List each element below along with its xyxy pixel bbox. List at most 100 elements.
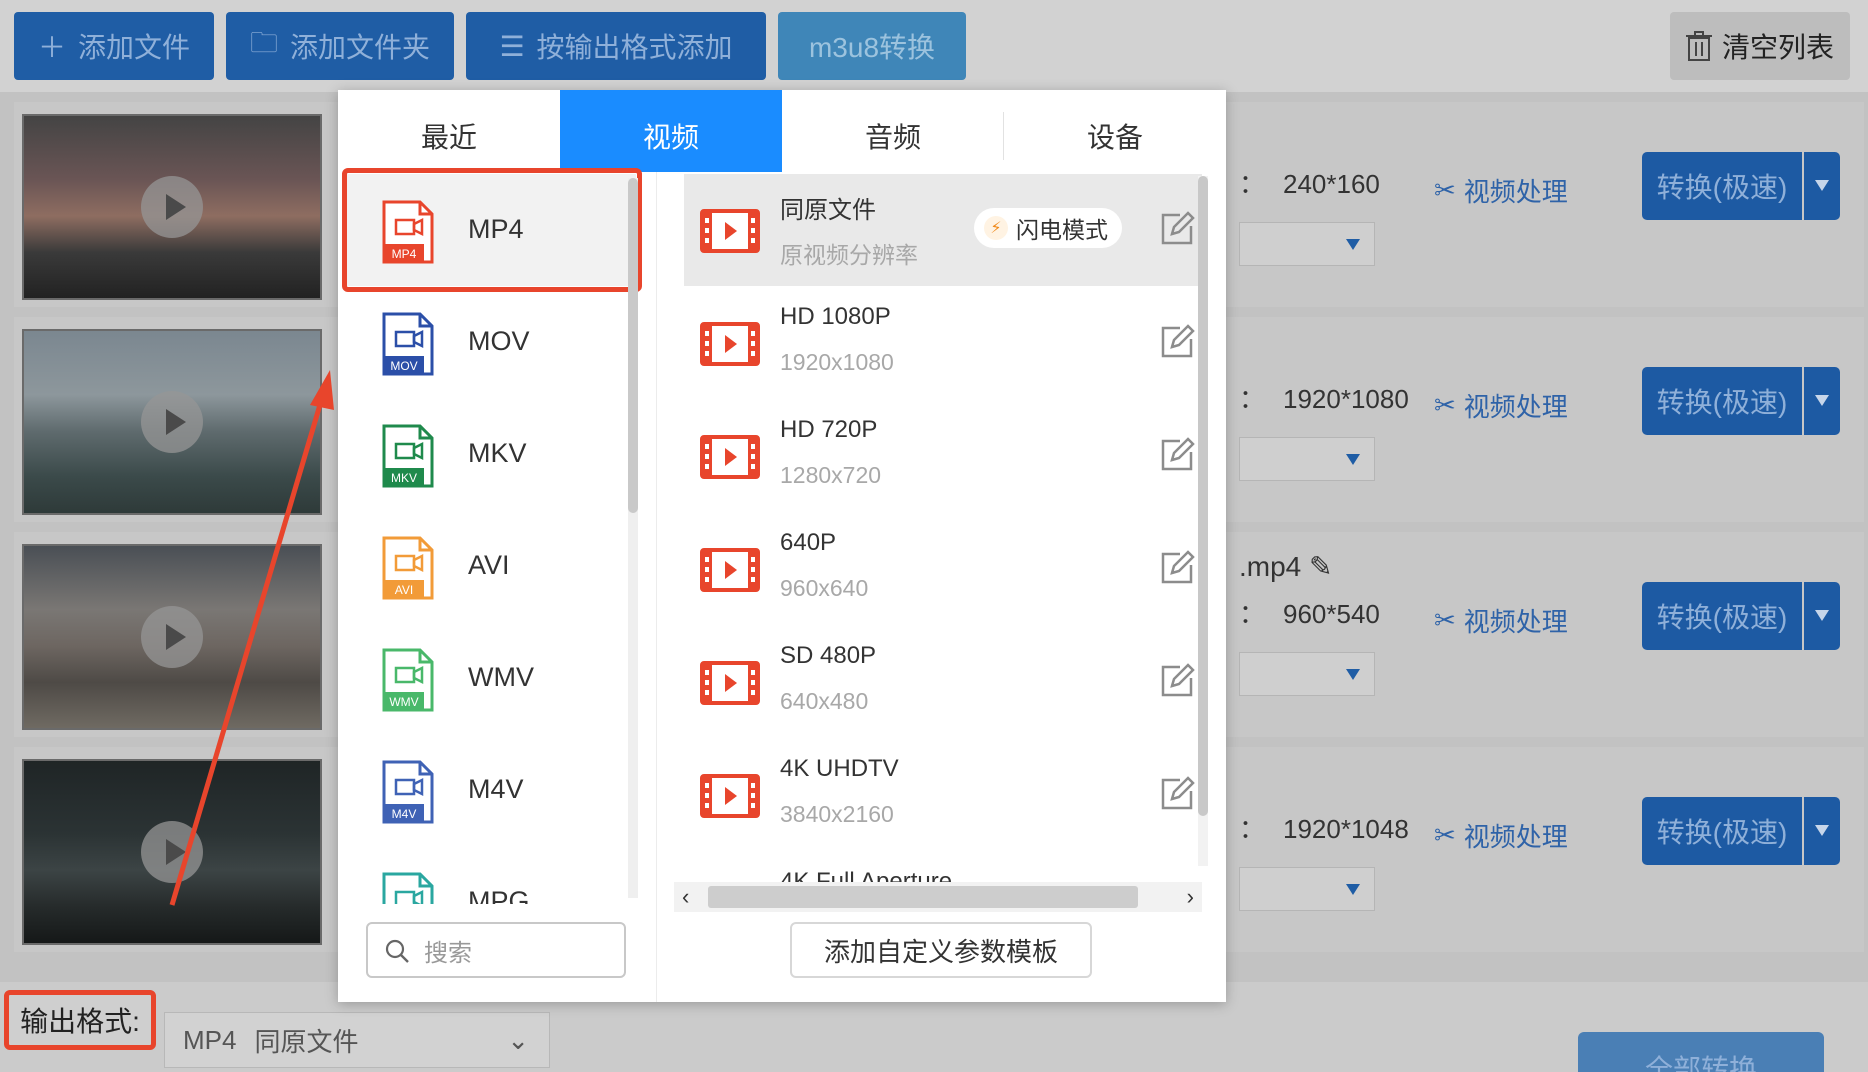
chevron-down-icon: ⌄ xyxy=(507,1025,529,1055)
video-preset-icon xyxy=(700,548,760,592)
pencil-icon[interactable]: ✎ xyxy=(1309,551,1332,582)
plus-icon: ＋ xyxy=(37,32,66,63)
edit-icon[interactable] xyxy=(1158,662,1196,700)
scroll-left-icon[interactable]: ‹ xyxy=(682,884,689,910)
scrollbar-thumb[interactable] xyxy=(628,178,638,513)
convert-all-button[interactable]: 全部转换 xyxy=(1578,1032,1824,1072)
lightning-mode-badge: ⚡ 闪电模式 xyxy=(974,208,1122,248)
convert-dropdown-arrow[interactable] xyxy=(1804,152,1840,220)
format-dropdown[interactable] xyxy=(1239,222,1375,266)
video-process-link[interactable]: ✂ 视频处理 xyxy=(1434,387,1568,424)
file-format-icon: MOV xyxy=(382,312,434,376)
preset-item[interactable]: 4K UHDTV 3840x2160 xyxy=(684,739,1202,851)
edit-icon[interactable] xyxy=(1158,210,1196,248)
resolution-text: ： 1920*1080 xyxy=(1239,384,1409,414)
format-dropdown[interactable] xyxy=(1239,652,1375,696)
preset-name: SD 480P xyxy=(780,642,877,669)
file-format-icon: MPG xyxy=(382,872,434,904)
format-item[interactable]: MKV MKV xyxy=(346,398,636,510)
play-icon[interactable] xyxy=(141,391,203,453)
add-by-format-button[interactable]: ☰ 按输出格式添加 xyxy=(466,12,766,80)
video-preset-icon xyxy=(700,661,760,705)
convert-dropdown-arrow[interactable] xyxy=(1804,582,1840,650)
preset-item[interactable]: SD 480P 640x480 xyxy=(684,626,1202,738)
format-item[interactable]: M4V M4V xyxy=(346,734,636,846)
preset-item[interactable]: HD 720P 1280x720 xyxy=(684,400,1202,512)
video-process-link[interactable]: ✂ 视频处理 xyxy=(1434,817,1568,854)
m3u8-convert-button[interactable]: m3u8转换 xyxy=(778,12,966,80)
tab-device[interactable]: 设备 xyxy=(1004,90,1226,172)
convert-button[interactable]: 转换(极速) xyxy=(1642,152,1802,220)
scissors-icon: ✂ xyxy=(1434,175,1456,205)
search-icon xyxy=(385,939,409,963)
video-thumbnail[interactable] xyxy=(22,544,322,730)
preset-name: 640P xyxy=(780,529,837,556)
edit-icon[interactable] xyxy=(1158,549,1196,587)
preset-item[interactable]: HD 1080P 1920x1080 xyxy=(684,287,1202,399)
file-format-icon: M4V xyxy=(382,760,434,824)
preset-item[interactable]: 640P 960x640 xyxy=(684,513,1202,625)
preset-item[interactable]: 4K Full Aperture xyxy=(684,852,1202,884)
folder-icon: 🗀 xyxy=(249,27,278,58)
file-name[interactable]: .mp4 ✎ xyxy=(1239,550,1333,583)
tab-video[interactable]: 视频 xyxy=(560,90,782,172)
video-thumbnail[interactable] xyxy=(22,114,322,300)
format-dropdown[interactable] xyxy=(1239,867,1375,911)
add-custom-template-button[interactable]: 添加自定义参数模板 xyxy=(790,922,1092,978)
scroll-right-icon[interactable]: › xyxy=(1187,884,1194,910)
format-name: MOV xyxy=(468,326,530,356)
clear-list-button[interactable]: 清空列表 xyxy=(1670,12,1850,80)
resolution-text: ： 960*540 xyxy=(1239,599,1380,629)
output-format-select[interactable]: MP4 同原文件 ⌄ xyxy=(164,1012,550,1068)
edit-icon[interactable] xyxy=(1158,436,1196,474)
video-preset-icon xyxy=(700,209,760,253)
convert-dropdown-arrow[interactable] xyxy=(1804,797,1840,865)
video-thumbnail[interactable] xyxy=(22,329,322,515)
edit-icon[interactable] xyxy=(1158,775,1196,813)
play-icon[interactable] xyxy=(141,821,203,883)
format-item[interactable]: WMV WMV xyxy=(346,622,636,734)
format-dropdown[interactable] xyxy=(1239,437,1375,481)
play-icon[interactable] xyxy=(141,606,203,668)
preset-name: 4K UHDTV xyxy=(780,755,899,782)
convert-dropdown-arrow[interactable] xyxy=(1804,367,1840,435)
divider xyxy=(656,172,657,1002)
preset-item[interactable]: 同原文件 原视频分辨率 ⚡ 闪电模式 xyxy=(684,174,1202,286)
file-format-icon: MKV xyxy=(382,424,434,488)
svg-text:AVI: AVI xyxy=(395,583,413,597)
scrollbar-thumb[interactable] xyxy=(708,886,1138,908)
tab-audio[interactable]: 音频 xyxy=(782,90,1004,172)
format-list-scrollbar[interactable] xyxy=(628,178,638,898)
convert-button[interactable]: 转换(极速) xyxy=(1642,582,1802,650)
play-icon[interactable] xyxy=(141,176,203,238)
preset-list-scrollbar[interactable] xyxy=(1198,176,1208,866)
video-preset-icon xyxy=(700,322,760,366)
add-file-button[interactable]: ＋ 添加文件 xyxy=(14,12,214,80)
format-item[interactable]: AVI AVI xyxy=(346,510,636,622)
edit-icon[interactable] xyxy=(1158,323,1196,361)
add-folder-button[interactable]: 🗀 添加文件夹 xyxy=(226,12,454,80)
preset-resolution: 1920x1080 xyxy=(780,349,894,375)
scissors-icon: ✂ xyxy=(1434,820,1456,850)
scrollbar-thumb[interactable] xyxy=(1198,176,1208,816)
format-name: MPG xyxy=(468,886,530,904)
horizontal-scrollbar[interactable]: ‹ › xyxy=(674,882,1202,912)
convert-button[interactable]: 转换(极速) xyxy=(1642,797,1802,865)
format-item[interactable]: MOV MOV xyxy=(346,286,636,398)
file-format-icon: AVI xyxy=(382,536,434,600)
video-thumbnail[interactable] xyxy=(22,759,322,945)
scissors-icon: ✂ xyxy=(1434,605,1456,635)
convert-button[interactable]: 转换(极速) xyxy=(1642,367,1802,435)
tab-recent[interactable]: 最近 xyxy=(338,90,560,172)
video-process-link[interactable]: ✂ 视频处理 xyxy=(1434,602,1568,639)
trash-icon xyxy=(1685,31,1712,61)
svg-text:WMV: WMV xyxy=(389,695,418,709)
preset-name: HD 1080P xyxy=(780,303,891,330)
resolution-text: ： 1920*1048 xyxy=(1239,814,1409,844)
format-search-input[interactable]: 搜索 xyxy=(366,922,626,978)
video-preset-icon xyxy=(700,435,760,479)
preset-name: HD 720P xyxy=(780,416,878,443)
format-item[interactable]: MPG MPG xyxy=(346,846,636,904)
video-process-link[interactable]: ✂ 视频处理 xyxy=(1434,172,1568,209)
format-name: WMV xyxy=(468,662,534,692)
